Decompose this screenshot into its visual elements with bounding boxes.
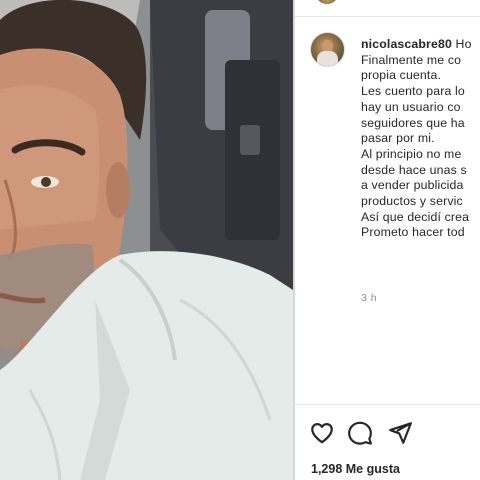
caption-line: desde hace unas s [361,162,467,177]
caption-line: Prometo hacer tod [361,225,465,240]
caption-line: seguidores que ha [361,115,465,130]
username-link[interactable]: nicolascabre80 [361,37,452,51]
heart-icon [311,423,333,444]
caption-line: Les cuento para lo [361,84,465,99]
paper-plane-icon [389,422,412,444]
header-divider [295,16,480,17]
caption-first-line: nicolascabre80 Ho [361,37,480,53]
caption-line: Así que decidí crea [361,209,470,224]
post-photo[interactable] [0,0,293,480]
comment-bubble-icon [348,421,372,445]
selfie-illustration [0,0,293,480]
comment-button[interactable] [347,420,373,446]
caption-line: a vender publicida [361,178,464,193]
avatar[interactable] [310,32,345,67]
caption-line: propia cuenta. [361,68,442,83]
caption-line: hay un usuario co [361,99,461,114]
post-caption: nicolascabre80 Ho Finalmente me co propi… [361,37,480,241]
caption-line: Finalmente me co [361,52,462,67]
like-button[interactable] [309,420,335,446]
share-button[interactable] [387,420,413,446]
caption-line: Al principio no me [361,146,462,161]
post-timestamp[interactable]: 3 h [361,292,377,304]
caption-line: pasar por mi. [361,131,435,146]
caption-text: Ho [455,37,472,51]
actions-divider [295,404,480,405]
caption-line: productos y servic [361,194,463,209]
likes-count[interactable]: 1,298 Me gusta [311,462,400,476]
post-details-panel: nicolascabre80 Ho Finalmente me co propi… [295,0,480,480]
header-avatar[interactable] [317,0,337,4]
